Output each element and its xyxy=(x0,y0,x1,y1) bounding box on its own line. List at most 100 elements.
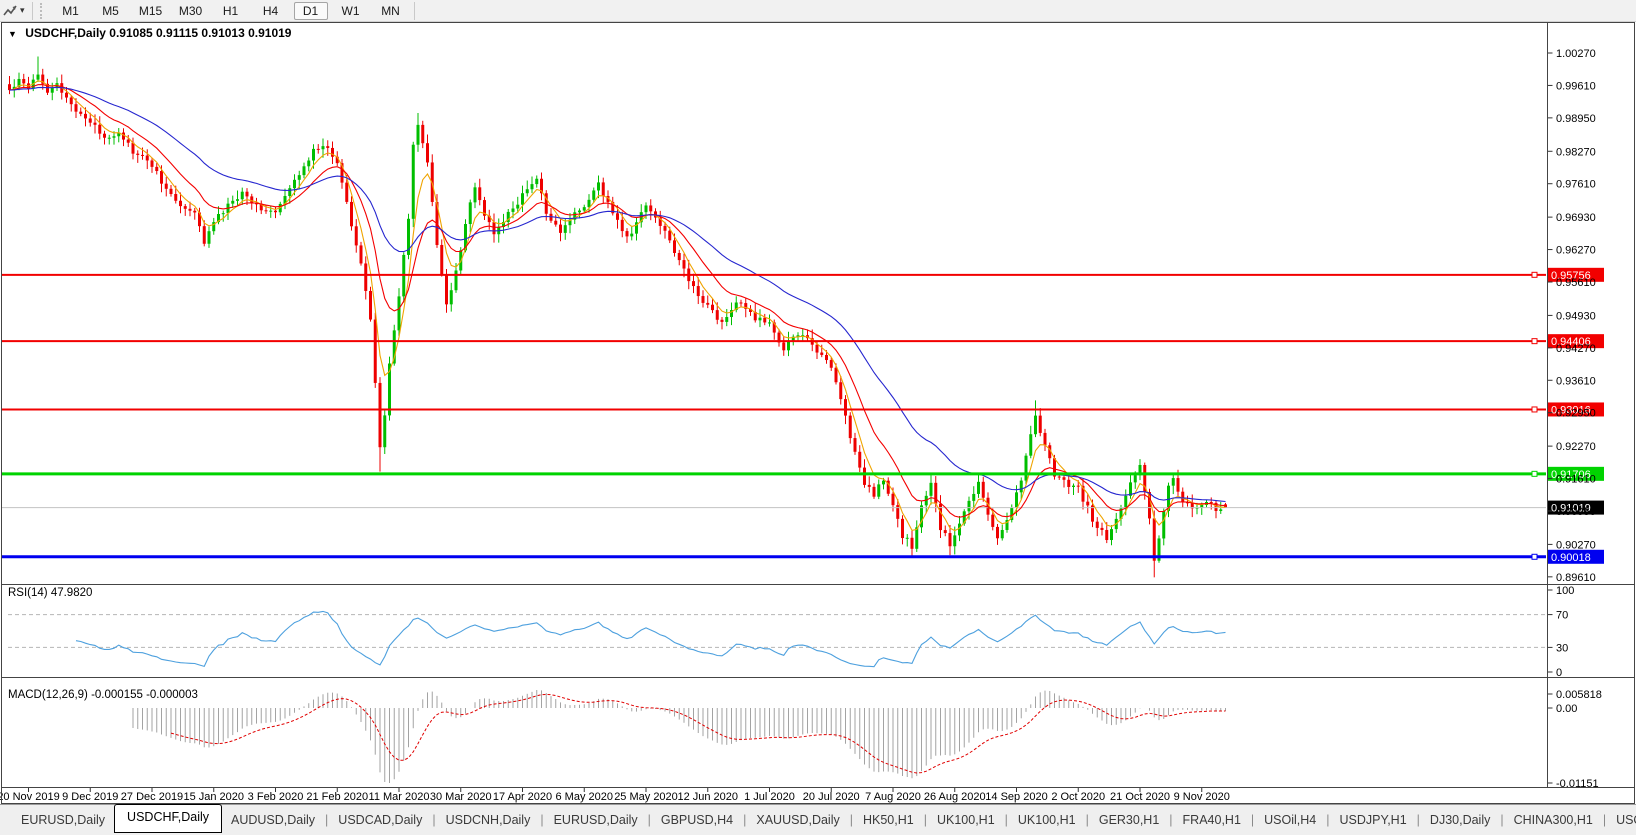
symbol-tabbar: EURUSD,DailyUSDCHF,DailyAUDUSD,Daily|USD… xyxy=(0,804,1636,835)
symbol-tab-UK100-H1[interactable]: UK100,H1 xyxy=(928,810,1004,830)
collapse-triangle-icon[interactable]: ▼ xyxy=(8,29,17,39)
symbol-tab-UK100-H1[interactable]: UK100,H1 xyxy=(1009,810,1085,830)
svg-text:14 Sep 2020: 14 Sep 2020 xyxy=(985,791,1047,803)
rsi-indicator-label: RSI(14) 47.9820 xyxy=(8,587,92,599)
rsi-panel: 10070300 xyxy=(8,585,1574,679)
symbol-tab-GBPUSD-H4[interactable]: GBPUSD,H4 xyxy=(652,810,742,830)
svg-text:20 Jul 2020: 20 Jul 2020 xyxy=(803,791,860,803)
ma-line-fast xyxy=(10,81,1226,531)
timeframe-button-M15[interactable]: M15 xyxy=(134,2,168,20)
svg-text:0.94930: 0.94930 xyxy=(1556,310,1596,322)
svg-text:20 Nov 2019: 20 Nov 2019 xyxy=(0,791,60,803)
ma-line-medium xyxy=(10,85,1226,518)
svg-text:0.97610: 0.97610 xyxy=(1556,179,1596,191)
svg-text:1.00270: 1.00270 xyxy=(1556,48,1596,60)
timeframe-button-M1[interactable]: M1 xyxy=(54,2,88,20)
support-line[interactable]: 0.90018 xyxy=(2,550,1604,564)
svg-text:0.91610: 0.91610 xyxy=(1556,474,1596,486)
symbol-tab-AUDUSD-Daily[interactable]: AUDUSD,Daily xyxy=(222,810,324,830)
svg-text:7 Aug 2020: 7 Aug 2020 xyxy=(865,791,921,803)
svg-text:0.94270: 0.94270 xyxy=(1556,343,1596,355)
timeframe-button-W1[interactable]: W1 xyxy=(334,2,368,20)
timeframe-button-H4[interactable]: H4 xyxy=(254,2,288,20)
svg-text:9 Dec 2019: 9 Dec 2019 xyxy=(62,791,118,803)
toolbar-grip[interactable] xyxy=(40,3,45,19)
svg-text:0.96930: 0.96930 xyxy=(1556,212,1596,224)
svg-text:17 Apr 2020: 17 Apr 2020 xyxy=(493,791,552,803)
symbol-tab-USDCHF-Daily[interactable]: USDCHF,Daily xyxy=(114,804,222,833)
svg-text:-0.01151: -0.01151 xyxy=(1556,778,1599,790)
rsi-line xyxy=(76,611,1226,666)
timeframe-button-D1[interactable]: D1 xyxy=(294,2,328,20)
toolbar-separator xyxy=(414,2,415,20)
svg-text:0.92270: 0.92270 xyxy=(1556,441,1596,453)
svg-text:100: 100 xyxy=(1556,585,1574,597)
resistance-line[interactable]: 0.93016 xyxy=(2,402,1604,416)
symbol-tab-EURUSD-Daily[interactable]: EURUSD,Daily xyxy=(12,810,114,830)
svg-text:0.95610: 0.95610 xyxy=(1556,277,1596,289)
symbol-tab-HK50-H1[interactable]: HK50,H1 xyxy=(854,810,923,830)
svg-text:21 Oct 2020: 21 Oct 2020 xyxy=(1110,791,1170,803)
ma-line-slow xyxy=(10,87,1226,501)
macd-panel: 0.005818 0.00 -0.01151 xyxy=(133,689,1602,790)
resistance-line[interactable]: 0.95756 xyxy=(2,268,1604,282)
pivot-line[interactable]: 0.91706 xyxy=(2,467,1604,481)
timeframe-button-MN[interactable]: MN xyxy=(374,2,408,20)
svg-text:12 Jun 2020: 12 Jun 2020 xyxy=(677,791,738,803)
svg-text:0.93610: 0.93610 xyxy=(1556,375,1596,387)
timeframe-toolbar: ▾ M1 M5 M15 M30 H1 H4 D1 W1 MN xyxy=(0,0,1636,22)
date-axis[interactable]: 20 Nov 20199 Dec 201927 Dec 201915 Jan 2… xyxy=(0,788,1230,803)
chart-window-border xyxy=(2,23,1635,804)
chart-objects-icon[interactable] xyxy=(2,3,18,19)
symbol-tab-USOil-H1[interactable]: USOil,H1 xyxy=(1607,810,1636,830)
svg-text:30: 30 xyxy=(1556,642,1568,654)
line-price-badge: 0.90018 xyxy=(1551,552,1591,564)
svg-text:1 Jul 2020: 1 Jul 2020 xyxy=(744,791,795,803)
macd-indicator-label: MACD(12,26,9) -0.000155 -0.000003 xyxy=(8,689,198,701)
svg-text:0.89610: 0.89610 xyxy=(1556,572,1596,584)
svg-text:0.96270: 0.96270 xyxy=(1556,245,1596,257)
svg-text:26 Aug 2020: 26 Aug 2020 xyxy=(924,791,986,803)
mt4-terminal: ▾ M1 M5 M15 M30 H1 H4 D1 W1 MN ▼ USDCHF,Daily 0.… xyxy=(0,0,1636,835)
toolbar-separator xyxy=(32,2,33,20)
symbol-tab-FRA40-H1[interactable]: FRA40,H1 xyxy=(1174,810,1250,830)
svg-text:30 Mar 2020: 30 Mar 2020 xyxy=(430,791,492,803)
symbol-tab-EURUSD-Daily[interactable]: EURUSD,Daily xyxy=(545,810,647,830)
svg-text:21 Feb 2020: 21 Feb 2020 xyxy=(306,791,368,803)
svg-text:9 Nov 2020: 9 Nov 2020 xyxy=(1174,791,1230,803)
svg-text:0.005818: 0.005818 xyxy=(1556,689,1602,701)
svg-text:0.90270: 0.90270 xyxy=(1556,539,1596,551)
ohlc-values: 0.91085 0.91115 0.91013 0.91019 xyxy=(109,26,291,40)
symbol-tab-USDCNH-Daily[interactable]: USDCNH,Daily xyxy=(437,810,540,830)
svg-text:11 Mar 2020: 11 Mar 2020 xyxy=(369,791,430,803)
symbol-tab-DJ30-Daily[interactable]: DJ30,Daily xyxy=(1421,810,1499,830)
chart-title: ▼ USDCHF,Daily 0.91085 0.91115 0.91013 0… xyxy=(8,26,291,40)
symbol-period-label: USDCHF,Daily xyxy=(25,26,106,40)
symbol-tab-CHINA300-H1[interactable]: CHINA300,H1 xyxy=(1505,810,1602,830)
symbol-tab-XAUUSD-Daily[interactable]: XAUUSD,Daily xyxy=(747,810,848,830)
dropdown-caret-icon[interactable]: ▾ xyxy=(20,5,25,16)
svg-text:0.99610: 0.99610 xyxy=(1556,80,1596,92)
symbol-tab-USDJPY-H1[interactable]: USDJPY,H1 xyxy=(1331,810,1416,830)
timeframe-buttons: M1 M5 M15 M30 H1 H4 D1 W1 MN xyxy=(51,2,411,20)
svg-text:0.00: 0.00 xyxy=(1556,703,1577,715)
svg-text:0.90950: 0.90950 xyxy=(1556,506,1596,518)
symbol-tab-GER30-H1[interactable]: GER30,H1 xyxy=(1090,810,1168,830)
svg-text:27 Dec 2019: 27 Dec 2019 xyxy=(121,791,183,803)
svg-text:0.98270: 0.98270 xyxy=(1556,146,1596,158)
svg-text:3 Feb 2020: 3 Feb 2020 xyxy=(248,791,304,803)
timeframe-button-M5[interactable]: M5 xyxy=(94,2,128,20)
timeframe-button-H1[interactable]: H1 xyxy=(214,2,248,20)
timeframe-button-M30[interactable]: M30 xyxy=(174,2,208,20)
svg-text:70: 70 xyxy=(1556,610,1568,622)
chart-canvas[interactable]: 0.957560.944060.930160.917060.900180.910… xyxy=(0,0,1636,804)
svg-text:15 Jan 2020: 15 Jan 2020 xyxy=(183,791,244,803)
svg-text:0.92950: 0.92950 xyxy=(1556,408,1596,420)
macd-signal-line xyxy=(171,694,1226,773)
svg-text:6 May 2020: 6 May 2020 xyxy=(556,791,613,803)
svg-text:2 Oct 2020: 2 Oct 2020 xyxy=(1051,791,1105,803)
symbol-tab-USDCAD-Daily[interactable]: USDCAD,Daily xyxy=(329,810,431,830)
svg-text:25 May 2020: 25 May 2020 xyxy=(614,791,678,803)
candlestick-series xyxy=(8,56,1227,577)
symbol-tab-USOil-H4[interactable]: USOil,H4 xyxy=(1255,810,1325,830)
